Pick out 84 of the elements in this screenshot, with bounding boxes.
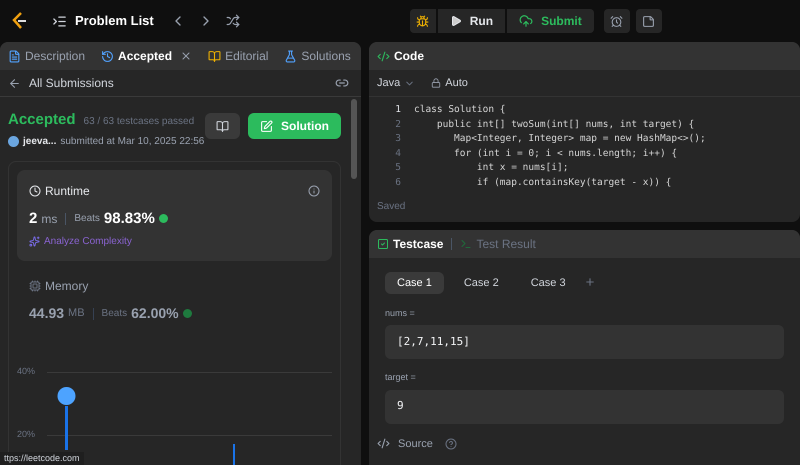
line-number: 6 <box>394 176 401 190</box>
status-url: ttps://leetcode.com <box>0 452 84 465</box>
line-number: 2 <box>394 118 401 132</box>
runtime-unit: ms <box>41 210 58 228</box>
input-field[interactable]: [2,7,11,15] <box>385 325 784 359</box>
code-line: int x = nums[i]; <box>476 161 568 175</box>
checkbox-icon <box>377 238 389 250</box>
history-icon <box>101 50 114 62</box>
book-icon <box>216 120 229 132</box>
notes-button[interactable] <box>636 9 662 33</box>
bug-icon <box>416 14 430 28</box>
editorial-button[interactable] <box>205 113 240 139</box>
book-icon <box>208 50 222 62</box>
panel-tab[interactable]: Editorial <box>208 47 268 65</box>
code-line: if (map.containsKey(target - x)) { <box>476 176 672 190</box>
code-line: class Solution { <box>414 103 506 117</box>
line-number: 3 <box>394 132 401 146</box>
line-number: 5 <box>394 161 401 175</box>
play-icon <box>450 15 462 27</box>
memory-unit: MB <box>68 306 85 322</box>
list-icon[interactable] <box>52 14 67 28</box>
memory-beats: 62.00% <box>131 304 179 323</box>
scrollbar[interactable] <box>351 99 357 179</box>
lock-icon <box>431 78 442 88</box>
code-line: Map<Integer, Integer> map = new HashMap<>(); <box>453 132 706 146</box>
avatar <box>8 136 19 146</box>
saved-status: Saved <box>377 200 406 214</box>
clock-icon <box>29 184 41 196</box>
memory-value: 44.93 <box>29 304 64 323</box>
alarm-clock-icon <box>610 14 624 28</box>
shuffle-icon[interactable] <box>226 14 240 28</box>
line-number: 1 <box>394 103 401 117</box>
testcases-text: 63 / 63 testcases passed <box>84 115 194 129</box>
input-field[interactable]: 9 <box>385 390 784 424</box>
status-text: Accepted <box>8 110 76 130</box>
runtime-value: 2 <box>29 208 38 228</box>
language-dropdown[interactable]: Java <box>377 74 416 92</box>
note-icon <box>642 14 656 28</box>
avatar-marker <box>58 387 76 405</box>
submit-button[interactable]: Submit <box>507 9 594 33</box>
info-icon[interactable] <box>308 184 320 196</box>
input-label: nums = <box>385 306 416 320</box>
back-arrow-icon[interactable] <box>8 76 21 90</box>
timer-button[interactable] <box>604 9 630 33</box>
help-icon[interactable] <box>444 438 457 450</box>
auto-mode[interactable]: Auto <box>445 74 468 92</box>
code-line: public int[] twoSum(int[] nums, int target) { <box>436 118 694 132</box>
axis-label: 20% <box>17 428 36 442</box>
close-icon[interactable] <box>180 50 192 62</box>
username[interactable]: jeeva... <box>23 134 56 148</box>
code-icon <box>377 50 390 62</box>
case-tab[interactable]: Case 2 <box>452 272 511 294</box>
beats-label: Beats <box>74 212 100 226</box>
chip-icon <box>29 280 41 292</box>
case-tab[interactable]: Case 1 <box>385 272 444 294</box>
beats-label: Beats <box>102 307 128 321</box>
axis-label: 40% <box>17 365 36 378</box>
document-icon <box>8 50 21 62</box>
code-title[interactable]: Code <box>394 47 424 65</box>
all-submissions-link[interactable]: All Submissions <box>29 74 114 92</box>
submitted-time: submitted at Mar 10, 2025 22:56 <box>60 134 204 148</box>
run-button[interactable]: Run <box>438 9 506 33</box>
problem-list-title[interactable]: Problem List <box>75 11 154 31</box>
debug-button[interactable] <box>410 9 436 33</box>
runtime-title: Runtime <box>45 182 90 200</box>
panel-tab[interactable]: Accepted <box>101 47 192 65</box>
case-tab[interactable]: Case 3 <box>518 272 578 294</box>
edit-icon <box>260 120 273 132</box>
panel-tab[interactable]: Solutions <box>284 47 351 65</box>
line-number: 4 <box>394 146 401 160</box>
terminal-icon <box>460 238 472 250</box>
runtime-card[interactable]: Runtime 2 ms Beats 98.83% Analyze Complexity <box>17 170 332 261</box>
memory-title: Memory <box>45 278 88 295</box>
runtime-beats: 98.83% <box>104 208 155 228</box>
source-link[interactable]: Source <box>398 436 433 452</box>
code-line: for (int i = 0; i < nums.length; i++) { <box>453 146 678 160</box>
input-label: target = <box>385 371 417 384</box>
logo-icon[interactable] <box>12 12 28 30</box>
cloud-upload-icon <box>519 14 534 28</box>
panel-tab[interactable]: Testcase <box>377 235 444 253</box>
sparkle-icon <box>29 236 40 247</box>
flask-icon <box>284 50 298 62</box>
panel-tab[interactable]: Description <box>8 47 86 65</box>
code-icon <box>377 437 390 450</box>
